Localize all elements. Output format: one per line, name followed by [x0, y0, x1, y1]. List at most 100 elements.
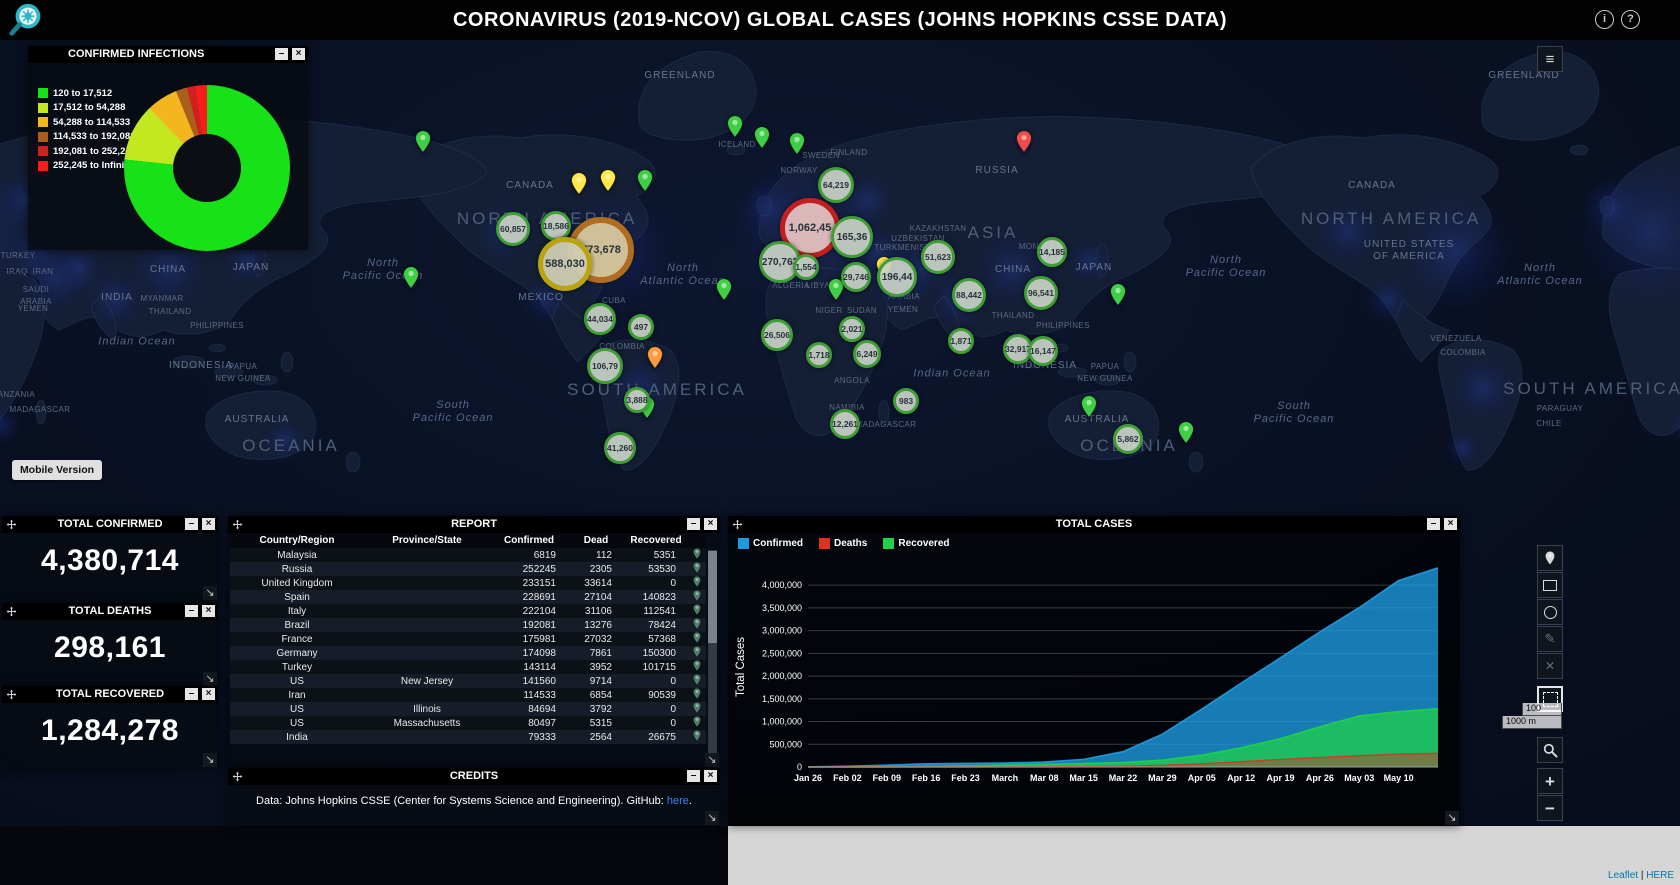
cell-marker[interactable]	[688, 730, 706, 744]
here-link[interactable]: HERE	[1646, 870, 1674, 881]
cell-marker[interactable]	[688, 604, 706, 618]
map-pin[interactable]	[600, 169, 616, 197]
cell-marker[interactable]	[688, 576, 706, 590]
github-link[interactable]: here	[667, 795, 689, 807]
col-recovered[interactable]: Recovered	[624, 533, 688, 548]
close-button[interactable]: ×	[202, 688, 215, 700]
table-row[interactable]: Brazil1920811327678424	[230, 618, 706, 632]
panel-titlebar[interactable]: REPORT – ×	[228, 516, 720, 533]
table-row[interactable]: Turkey1431143952101715	[230, 660, 706, 674]
case-marker[interactable]: 165,36	[831, 216, 873, 258]
minimize-button[interactable]: –	[185, 688, 198, 700]
move-icon[interactable]	[6, 689, 17, 700]
map-pin[interactable]	[1110, 283, 1126, 311]
table-row[interactable]: USIllinois8469437920	[230, 702, 706, 716]
cell-marker[interactable]	[688, 562, 706, 576]
cell-marker[interactable]	[688, 702, 706, 716]
panel-titlebar[interactable]: TOTAL CONFIRMED – ×	[2, 516, 218, 533]
map-pin[interactable]	[789, 132, 805, 160]
cell-marker[interactable]	[688, 716, 706, 730]
case-marker[interactable]: 196,44	[877, 257, 917, 297]
cell-marker[interactable]	[688, 632, 706, 646]
case-marker[interactable]: 26,506	[761, 319, 793, 351]
resize-handle[interactable]: ↘	[203, 586, 217, 600]
map-pin[interactable]	[716, 278, 732, 306]
table-row[interactable]: India79333256426675	[230, 730, 706, 744]
case-marker[interactable]: 5,862	[1113, 424, 1143, 454]
close-button[interactable]: ×	[292, 48, 305, 60]
col-confirmed[interactable]: Confirmed	[490, 533, 568, 548]
table-scrollbar[interactable]	[708, 550, 717, 762]
table-row[interactable]: USNew Jersey14156097140	[230, 674, 706, 688]
case-marker[interactable]: 1,871	[948, 328, 974, 354]
panel-titlebar[interactable]: CONFIRMED INFECTIONS – ×	[28, 46, 308, 63]
minimize-button[interactable]: –	[687, 518, 700, 530]
panel-titlebar[interactable]: CREDITS – ×	[228, 768, 720, 785]
case-marker[interactable]: 588,030	[538, 237, 592, 291]
close-button[interactable]: ×	[704, 518, 717, 530]
magnifier-search-button[interactable]	[1537, 737, 1563, 763]
help-icon[interactable]: ?	[1621, 10, 1640, 29]
case-marker[interactable]: 44,034	[584, 303, 616, 335]
panel-titlebar[interactable]: TOTAL CASES – ×	[728, 516, 1460, 533]
close-button[interactable]: ×	[704, 770, 717, 782]
resize-handle[interactable]: ↘	[203, 672, 217, 686]
case-marker[interactable]: 29,746	[841, 262, 871, 292]
case-marker[interactable]: 41,260	[604, 432, 636, 464]
table-row[interactable]: Italy22210431106112541	[230, 604, 706, 618]
cell-marker[interactable]	[688, 548, 706, 562]
move-icon[interactable]	[6, 519, 17, 530]
minimize-button[interactable]: –	[687, 770, 700, 782]
case-marker[interactable]: 96,541	[1024, 276, 1058, 310]
map-pin[interactable]	[571, 172, 587, 200]
case-marker[interactable]: 106,79	[587, 348, 623, 384]
case-marker[interactable]: 2,021	[839, 316, 865, 342]
cell-marker[interactable]	[688, 660, 706, 674]
resize-handle[interactable]: ↘	[705, 753, 719, 767]
draw-marker-button[interactable]	[1537, 545, 1563, 571]
move-icon[interactable]	[6, 606, 17, 617]
case-marker[interactable]: 12,261	[830, 409, 860, 439]
close-button[interactable]: ×	[202, 518, 215, 530]
zoom-out-button[interactable]: −	[1537, 795, 1563, 821]
case-marker[interactable]: 64,219	[818, 167, 854, 203]
mobile-version-button[interactable]: Mobile Version	[12, 460, 102, 480]
leaflet-link[interactable]: Leaflet	[1608, 870, 1638, 881]
close-button[interactable]: ×	[1444, 518, 1457, 530]
case-marker[interactable]: 60,857	[496, 212, 530, 246]
case-marker[interactable]: 88,442	[952, 278, 986, 312]
cell-marker[interactable]	[688, 618, 706, 632]
case-marker[interactable]: 497	[628, 314, 654, 340]
move-icon[interactable]	[232, 519, 243, 530]
table-row[interactable]: USMassachusetts8049753150	[230, 716, 706, 730]
table-row[interactable]: France1759812703257368	[230, 632, 706, 646]
move-icon[interactable]	[732, 519, 743, 530]
draw-circle-button[interactable]	[1537, 599, 1563, 625]
map-pin[interactable]	[637, 169, 653, 197]
case-marker[interactable]: 1,718	[806, 342, 832, 368]
col-country[interactable]: Country/Region	[230, 533, 364, 548]
col-dead[interactable]: Dead	[568, 533, 624, 548]
cell-marker[interactable]	[688, 674, 706, 688]
table-row[interactable]: Malaysia68191125351	[230, 548, 706, 562]
resize-handle[interactable]: ↘	[1445, 811, 1459, 825]
cell-marker[interactable]	[688, 646, 706, 660]
scrollbar-thumb[interactable]	[708, 551, 717, 643]
minimize-button[interactable]: –	[1427, 518, 1440, 530]
map-pin[interactable]	[403, 266, 419, 294]
minimize-button[interactable]: –	[185, 518, 198, 530]
map-pin[interactable]	[754, 126, 770, 154]
table-row[interactable]: United Kingdom233151336140	[230, 576, 706, 590]
map-pin[interactable]	[727, 115, 743, 143]
draw-rectangle-button[interactable]	[1537, 572, 1563, 598]
info-icon[interactable]: i	[1595, 10, 1614, 29]
table-row[interactable]: Germany1740987861150300	[230, 646, 706, 660]
resize-handle[interactable]: ↘	[203, 753, 217, 767]
map-pin[interactable]	[1178, 421, 1194, 449]
panel-titlebar[interactable]: TOTAL DEATHS – ×	[2, 603, 218, 620]
case-marker[interactable]: 16,147	[1028, 336, 1058, 366]
table-row[interactable]: Spain22869127104140823	[230, 590, 706, 604]
map-pin[interactable]	[1081, 395, 1097, 423]
cell-marker[interactable]	[688, 688, 706, 702]
map-pin[interactable]	[415, 130, 431, 158]
